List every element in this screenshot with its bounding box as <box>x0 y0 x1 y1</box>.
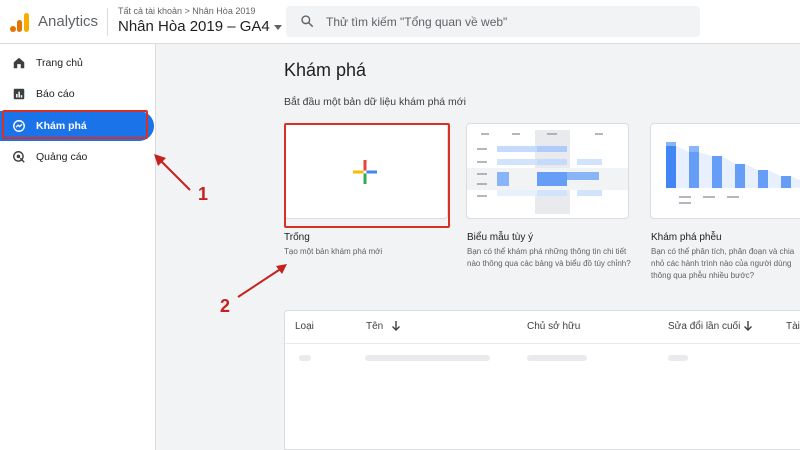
search-bar[interactable] <box>286 6 700 37</box>
account-name: Nhân Hòa 2019 – GA4 <box>118 18 270 35</box>
account-selector[interactable]: Nhân Hòa 2019 – GA4 <box>118 18 282 35</box>
app-name[interactable]: Analytics <box>38 13 98 30</box>
annotation-number-1: 1 <box>198 184 209 204</box>
table-row-placeholder <box>527 355 587 361</box>
sidebar-item-home[interactable]: Trang chủ <box>0 48 156 78</box>
table-header-divider <box>285 343 800 344</box>
table-row-placeholder <box>365 355 490 361</box>
sidebar-item-label: Trang chủ <box>36 57 83 69</box>
free-form-preview-icon <box>467 130 628 214</box>
page-subtitle: Bắt đầu một bản dữ liệu khám phá mới <box>284 96 467 108</box>
column-header-owner[interactable]: Chủ sở hữu <box>527 321 580 332</box>
column-header-type[interactable]: Loại <box>295 321 314 332</box>
template-desc-free-form: Bạn có thể khám phá những thông tin chi … <box>467 247 631 268</box>
reports-icon <box>13 88 25 100</box>
sidebar-item-reports[interactable]: Báo cáo <box>0 79 156 109</box>
top-bar: Analytics Tất cả tài khoản > Nhân Hòa 20… <box>0 0 800 44</box>
column-header-property[interactable]: Tài <box>786 321 800 332</box>
template-desc-funnel: Bạn có thể phân tích, phân đoạn và chia … <box>651 247 795 280</box>
table-row-placeholder <box>299 355 311 361</box>
sidebar-item-label: Báo cáo <box>36 88 75 100</box>
explorations-table: Loại Tên Chủ sở hữu Sửa đổi lần cuối Tài <box>284 310 800 450</box>
annotation-number-2: 2 <box>220 296 231 316</box>
template-title-funnel[interactable]: Khám phá phễu <box>651 232 722 243</box>
template-desc-blank: Tạo một bản khám phá mới <box>284 247 383 256</box>
search-icon <box>301 15 314 28</box>
search-input[interactable] <box>326 12 686 31</box>
template-card-funnel[interactable] <box>650 123 800 219</box>
template-title-blank[interactable]: Trống <box>284 232 310 243</box>
header-divider <box>107 8 108 36</box>
column-header-last-modified[interactable]: Sửa đổi lần cuối <box>668 321 740 332</box>
caret-down-icon <box>273 24 282 30</box>
sidebar-item-advertising[interactable]: Quảng cáo <box>0 142 156 172</box>
blank-card-highlight-box <box>284 123 450 228</box>
sidebar-item-label: Quảng cáo <box>36 151 88 163</box>
template-card-free-form[interactable] <box>466 123 629 219</box>
arrow-down-icon[interactable] <box>743 320 753 332</box>
breadcrumb[interactable]: Tất cả tài khoản > Nhân Hòa 2019 <box>118 6 255 16</box>
advertising-icon <box>13 151 25 163</box>
analytics-logo-icon[interactable] <box>10 12 30 32</box>
home-icon <box>13 57 25 69</box>
funnel-preview-icon <box>666 142 800 204</box>
template-title-free-form[interactable]: Biểu mẫu tùy ý <box>467 232 533 243</box>
page-title: Khám phá <box>284 60 367 80</box>
sidebar: Trang chủ Báo cáo Khám phá Quảng cáo <box>0 44 156 450</box>
table-row-placeholder <box>668 355 688 361</box>
explore-highlight-box <box>2 110 148 139</box>
arrow-down-icon[interactable] <box>391 320 401 332</box>
column-header-name[interactable]: Tên <box>366 321 383 332</box>
